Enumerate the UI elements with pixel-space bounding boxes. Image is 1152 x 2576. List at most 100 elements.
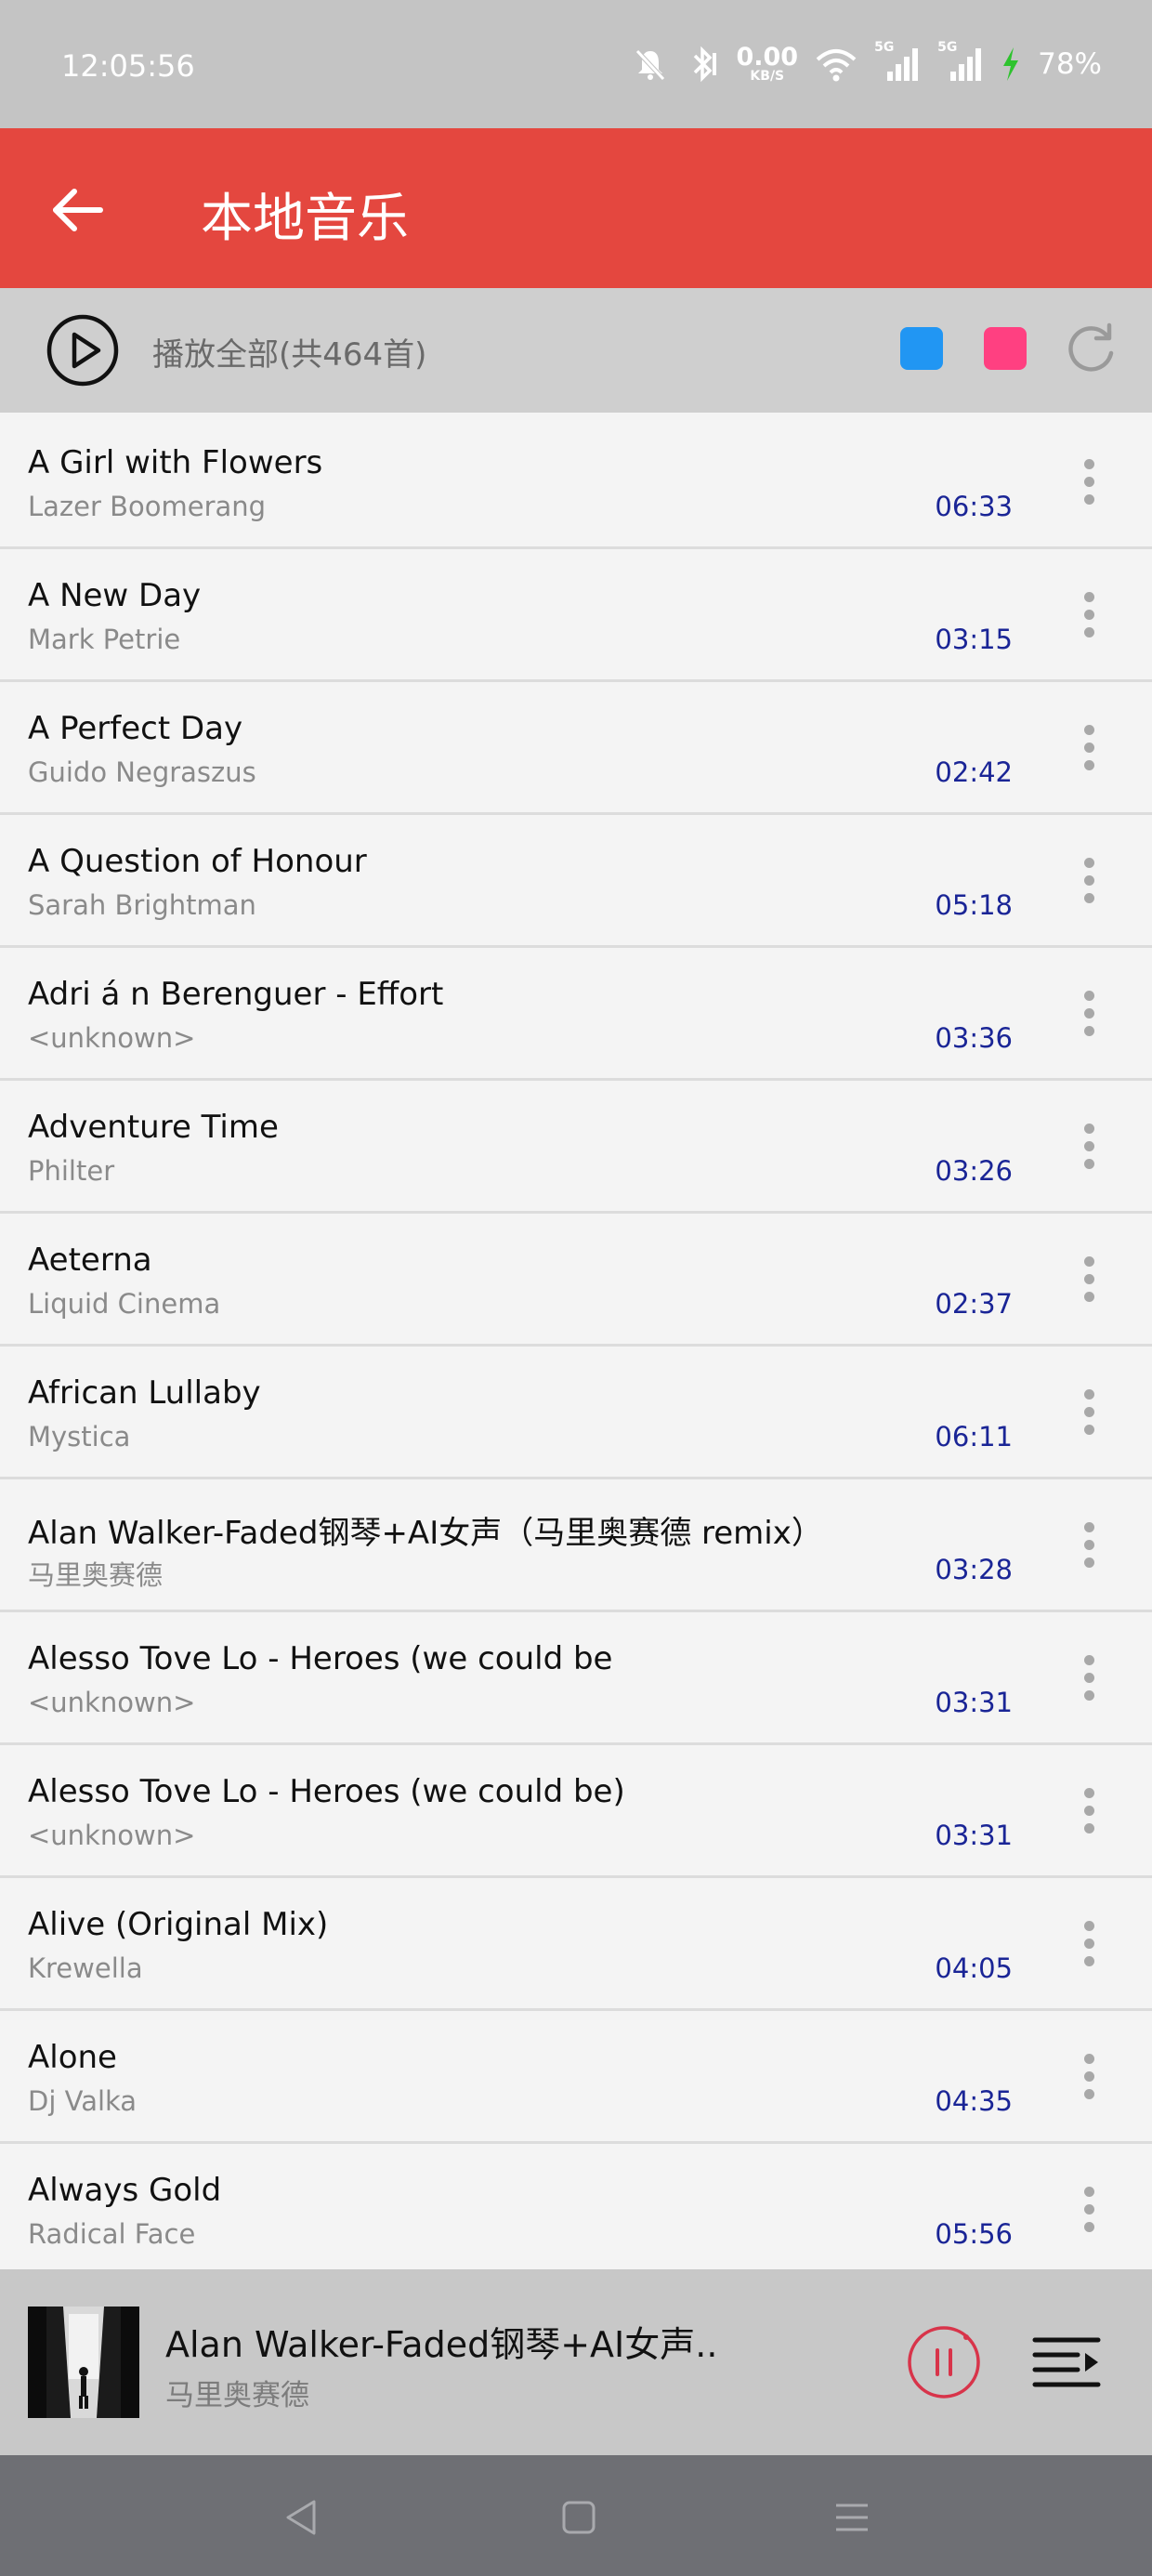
song-row[interactable]: Alive (Original Mix) Krewella 04:05 [0, 1878, 1152, 2011]
song-duration: 05:56 [935, 2218, 1013, 2250]
charging-icon [1003, 46, 1019, 81]
more-options-icon[interactable] [1078, 991, 1100, 1046]
back-button[interactable] [41, 173, 115, 247]
more-options-icon[interactable] [1078, 1256, 1100, 1312]
song-title: A Question of Honour [28, 843, 367, 880]
signal-2-label: 5G [937, 39, 958, 55]
song-title: Adri á n Berenguer - Effort [28, 976, 444, 1013]
status-bar: 12:05:56 0.00 KB/S 5G 5G 78% [0, 0, 1152, 128]
song-title: A New Day [28, 577, 202, 614]
now-playing-bar[interactable]: Alan Walker-Faded钢琴+AI女声.. 马里奥赛德 [0, 2269, 1152, 2455]
more-options-icon[interactable] [1078, 1655, 1100, 1711]
more-options-icon[interactable] [1078, 1389, 1100, 1445]
play-all-button[interactable] [45, 312, 121, 388]
song-artist: Philter [28, 1155, 115, 1187]
song-title: African Lullaby [28, 1374, 261, 1412]
song-title: Alesso Tove Lo - Heroes (we could be [28, 1640, 613, 1677]
song-artist: Guido Negraszus [28, 756, 256, 788]
triangle-back-icon [286, 2500, 316, 2535]
song-title: Alesso Tove Lo - Heroes (we could be) [28, 1773, 625, 1810]
song-duration: 03:31 [935, 1687, 1013, 1718]
song-duration: 04:35 [935, 2085, 1013, 2117]
more-options-icon[interactable] [1078, 858, 1100, 913]
status-icons: 0.00 KB/S 5G 5G 78% [632, 40, 1102, 83]
network-speed-value: 0.00 [736, 43, 799, 72]
more-options-icon[interactable] [1078, 1788, 1100, 1844]
bluetooth-icon [694, 46, 717, 82]
album-art[interactable] [28, 2307, 139, 2418]
song-row[interactable]: Alan Walker-Faded钢琴+AI女声（马里奥赛德 remix） 马里奥… [0, 1479, 1152, 1612]
song-duration: 06:33 [935, 491, 1013, 522]
arrow-left-icon [53, 189, 103, 231]
song-artist: Dj Valka [28, 2085, 137, 2117]
song-artist: Radical Face [28, 2218, 196, 2250]
more-options-icon[interactable] [1078, 2187, 1100, 2242]
more-options-icon[interactable] [1078, 459, 1100, 515]
song-artist: <unknown> [28, 1820, 196, 1851]
more-options-icon[interactable] [1078, 725, 1100, 781]
now-playing-title[interactable]: Alan Walker-Faded钢琴+AI女声.. [165, 2316, 717, 2367]
song-row[interactable]: Adventure Time Philter 03:26 [0, 1081, 1152, 1214]
more-options-icon[interactable] [1078, 1124, 1100, 1179]
song-row[interactable]: Adri á n Berenguer - Effort <unknown> 03:3… [0, 948, 1152, 1081]
page-title: 本地音乐 [201, 189, 409, 249]
song-row[interactable]: A New Day Mark Petrie 03:15 [0, 549, 1152, 682]
song-artist: 马里奥赛德 [28, 1559, 164, 1591]
song-artist: Sarah Brightman [28, 889, 256, 921]
song-title: Alone [28, 2039, 117, 2076]
song-row[interactable]: A Girl with Flowers Lazer Boomerang 06:33 [0, 416, 1152, 549]
song-duration: 03:26 [935, 1155, 1013, 1187]
refresh-icon [1068, 322, 1114, 372]
more-options-icon[interactable] [1078, 1522, 1100, 1578]
song-list: A Girl with Flowers Lazer Boomerang 06:33 A… [0, 416, 1152, 2277]
pause-circle-icon [908, 2326, 980, 2399]
song-artist: Lazer Boomerang [28, 491, 267, 522]
song-row[interactable]: A Question of Honour Sarah Brightman 05:18 [0, 815, 1152, 948]
song-duration: 04:05 [935, 1952, 1013, 1984]
song-artist: Mystica [28, 1421, 131, 1452]
song-artist: <unknown> [28, 1022, 196, 1054]
song-row[interactable]: A Perfect Day Guido Negraszus 02:42 [0, 682, 1152, 815]
playlist-queue-button[interactable] [1031, 2327, 1102, 2398]
song-artist: <unknown> [28, 1687, 196, 1718]
song-row[interactable]: Alesso Tove Lo - Heroes (we could be <unk… [0, 1612, 1152, 1745]
song-duration: 06:11 [935, 1421, 1013, 1452]
album-cover-image [28, 2307, 139, 2418]
more-options-icon[interactable] [1078, 2054, 1100, 2109]
song-row[interactable]: Aeterna Liquid Cinema 02:37 [0, 1214, 1152, 1347]
pause-button[interactable] [905, 2323, 983, 2401]
theme-color-pink-button[interactable] [984, 327, 1027, 370]
battery-percent: 78% [1038, 46, 1102, 81]
play-all-label[interactable]: 播放全部(共464首) [152, 329, 426, 375]
signal-1: 5G [874, 40, 921, 83]
song-row[interactable]: Alone Dj Valka 04:35 [0, 2011, 1152, 2144]
now-playing-artist: 马里奥赛德 [165, 2379, 309, 2412]
mute-notification-icon [635, 48, 666, 81]
nav-recents-button[interactable] [829, 2494, 875, 2541]
network-speed: 0.00 KB/S [736, 45, 798, 83]
song-row[interactable]: Alesso Tove Lo - Heroes (we could be) <un… [0, 1745, 1152, 1878]
refresh-button[interactable] [1061, 320, 1120, 379]
more-options-icon[interactable] [1078, 1921, 1100, 1977]
more-options-icon[interactable] [1078, 592, 1100, 648]
theme-color-blue-button[interactable] [900, 327, 943, 370]
playlist-icon [1032, 2337, 1101, 2387]
nav-home-button[interactable] [556, 2494, 602, 2541]
song-title: Adventure Time [28, 1109, 279, 1146]
song-duration: 03:28 [935, 1554, 1013, 1585]
song-title: A Perfect Day [28, 710, 243, 747]
nav-back-button[interactable] [279, 2494, 325, 2541]
song-artist: Liquid Cinema [28, 1288, 221, 1320]
network-speed-unit: KB/S [750, 69, 785, 84]
song-artist: Krewella [28, 1952, 143, 1984]
song-title: Aeterna [28, 1242, 152, 1279]
song-duration: 03:31 [935, 1820, 1013, 1851]
square-home-icon [562, 2501, 596, 2534]
play-all-bar: 播放全部(共464首) [0, 288, 1152, 413]
song-title: Always Gold [28, 2172, 222, 2209]
song-row[interactable]: Always Gold Radical Face 05:56 [0, 2144, 1152, 2277]
system-nav-bar [0, 2455, 1152, 2576]
app-bar: 本地音乐 [0, 128, 1152, 288]
song-row[interactable]: African Lullaby Mystica 06:11 [0, 1347, 1152, 1479]
wifi-icon [816, 48, 857, 81]
